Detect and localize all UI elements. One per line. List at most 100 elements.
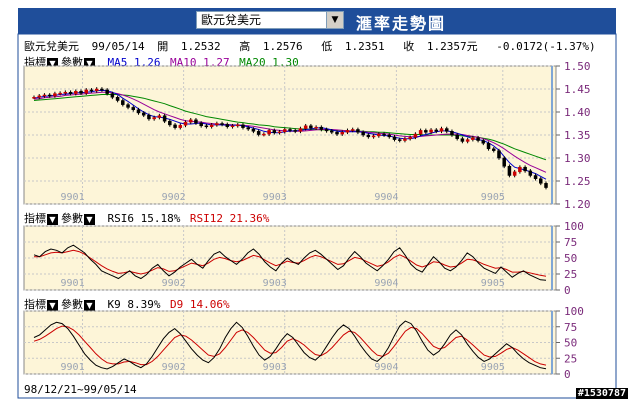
candle-body: [544, 183, 548, 188]
month-label: 9901: [61, 362, 85, 373]
candle-body: [131, 107, 136, 110]
candle-body: [267, 130, 271, 135]
candle-body: [115, 97, 120, 101]
candle-body: [528, 170, 533, 176]
candle-body: [126, 104, 130, 108]
candle-body: [418, 130, 423, 135]
y-tick-label: 0: [564, 284, 571, 297]
candle-body: [361, 131, 365, 136]
candle-body: [330, 130, 334, 133]
candle-body: [377, 133, 381, 137]
candle-body: [413, 133, 418, 138]
candle-body: [434, 129, 439, 132]
candle-body: [68, 91, 73, 94]
candle-body: [507, 166, 512, 176]
candle-body: [533, 175, 538, 179]
date-range: 98/12/21~99/05/14: [24, 383, 137, 396]
candle-body: [173, 124, 177, 128]
candle-body: [199, 122, 203, 127]
candle-body: [502, 157, 506, 167]
candle-body: [387, 134, 392, 138]
candle-body: [439, 128, 444, 132]
y-tick-label: 25: [564, 268, 577, 281]
candle-body: [512, 171, 517, 176]
candle-body: [183, 121, 188, 126]
candle-body: [392, 136, 397, 140]
candle-body: [225, 124, 230, 127]
candle-body: [335, 131, 339, 135]
candle-body: [303, 125, 308, 129]
candle-body: [319, 126, 324, 130]
month-label: 9902: [162, 192, 186, 203]
y-tick-label: 75: [564, 321, 577, 334]
candle-body: [340, 131, 344, 135]
candle-body: [293, 130, 297, 132]
candle-body: [345, 130, 350, 133]
candle-body: [178, 125, 183, 128]
candle-body: [162, 115, 167, 122]
month-label: 9905: [481, 192, 505, 203]
candle-body: [42, 94, 47, 97]
month-label: 9905: [481, 362, 505, 373]
candle-body: [63, 91, 68, 94]
candle-body: [37, 95, 41, 98]
candle-body: [450, 131, 454, 136]
y-tick-label: 0: [564, 368, 571, 381]
candle-body: [518, 166, 522, 173]
candle-body: [429, 129, 433, 133]
candle-body: [272, 130, 277, 133]
candle-body: [356, 129, 360, 133]
candle-body: [79, 91, 83, 94]
candle-body: [471, 137, 475, 140]
candle-body: [397, 139, 402, 141]
candle-body: [408, 137, 412, 139]
y-tick-label: 1.40: [564, 106, 591, 119]
month-label: 9904: [374, 362, 398, 373]
candle-body: [455, 134, 459, 139]
candle-body: [204, 125, 209, 128]
candle-body: [58, 92, 62, 95]
candle-body: [194, 119, 198, 124]
month-label: 9901: [61, 192, 85, 203]
candle-body: [403, 138, 407, 141]
candle-body: [460, 138, 465, 142]
candle-body: [94, 88, 99, 92]
month-label: 9902: [162, 362, 186, 373]
y-tick-label: 1.50: [564, 60, 591, 73]
candle-body: [110, 93, 115, 98]
candle-body: [136, 109, 141, 114]
candle-body: [251, 128, 256, 132]
candle-body: [241, 124, 245, 128]
candle-body: [105, 89, 109, 94]
y-tick-label: 50: [564, 337, 577, 350]
candle-body: [288, 129, 292, 131]
candle-body: [188, 119, 193, 123]
candle-body: [497, 150, 501, 159]
candle-body: [152, 117, 156, 120]
y-tick-label: 75: [564, 236, 577, 249]
candle-body: [539, 178, 543, 184]
candle-body: [283, 129, 287, 133]
visit-counter: #1530787: [575, 388, 628, 399]
y-tick-label: 1.35: [564, 129, 591, 142]
month-label: 9901: [61, 278, 85, 289]
candle-body: [141, 112, 146, 116]
candle-body: [523, 166, 527, 172]
candle-body: [277, 131, 282, 134]
candle-body: [314, 126, 318, 129]
candle-body: [492, 148, 496, 151]
month-label: 9904: [374, 192, 398, 203]
candle-body: [382, 133, 386, 136]
candle-body: [444, 128, 449, 132]
month-label: 9903: [263, 362, 287, 373]
candle-body: [486, 143, 491, 150]
candle-body: [371, 135, 376, 138]
candle-body: [424, 130, 428, 133]
candle-body: [350, 129, 355, 131]
month-label: 9904: [374, 278, 398, 289]
chart-canvas: 1.50 1.45 1.40 1.35 1.30 1.25 1.20 9901 9902 9903…: [17, 33, 617, 399]
candle-body: [465, 139, 470, 142]
month-label: 9902: [162, 278, 186, 289]
candle-body: [324, 129, 329, 132]
month-label: 9903: [263, 192, 287, 203]
